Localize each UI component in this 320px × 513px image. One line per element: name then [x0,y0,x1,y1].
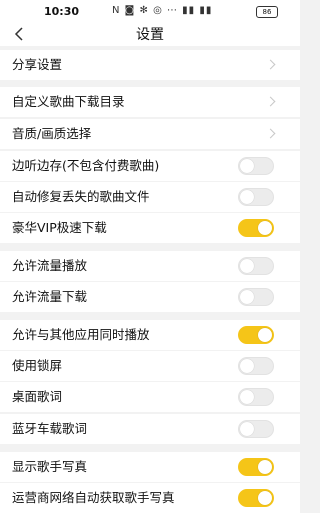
toggle-switch[interactable] [238,219,274,237]
setting-bluetooth-lyrics: 蓝牙车载歌词 [0,414,300,444]
toggle-switch[interactable] [238,420,274,438]
setting-label: 自动修复丢失的歌曲文件 [12,189,150,204]
status-icons: N ◙ ✻ ◎ ⋯ ▮▮ ▮▮ [112,5,213,16]
chevron-right-icon [265,59,276,70]
setting-label: 分享设置 [12,57,63,72]
setting-label: 桌面歌词 [12,389,63,404]
toggle-knob [258,491,272,505]
setting-label: 边听边存(不包含付费歌曲) [12,158,160,173]
setting-carrier-artist-photo: 运营商网络自动获取歌手写真 [0,483,300,513]
toggle-switch[interactable] [238,188,274,206]
setting-label: 允许流量下载 [12,289,88,304]
setting-quality[interactable]: 音质/画质选择 [0,119,300,149]
toggle-switch[interactable] [238,157,274,175]
setting-auto-repair: 自动修复丢失的歌曲文件 [0,182,300,212]
setting-label: 允许与其他应用同时播放 [12,327,150,342]
toggle-switch[interactable] [238,357,274,375]
toggle-knob [240,290,254,304]
toggle-knob [240,390,254,404]
toggle-switch[interactable] [238,326,274,344]
setting-label: 使用锁屏 [12,358,63,373]
toggle-knob [240,190,254,204]
toggle-knob [240,259,254,273]
toggle-switch[interactable] [238,388,274,406]
nav-bar: 设置 [0,22,300,46]
setting-cache-while-play: 边听边存(不包含付费歌曲) [0,151,300,181]
status-bar: 10:30 N ◙ ✻ ◎ ⋯ ▮▮ ▮▮ 86 [0,0,300,22]
toggle-knob [240,359,254,373]
setting-label: 蓝牙车载歌词 [12,421,88,436]
setting-label: 允许流量播放 [12,258,88,273]
toggle-knob [258,460,272,474]
setting-label: 豪华VIP极速下载 [12,220,107,235]
setting-show-artist-photo: 显示歌手写真 [0,452,300,482]
setting-download-dir[interactable]: 自定义歌曲下载目录 [0,87,300,117]
setting-label: 显示歌手写真 [12,459,88,474]
setting-share[interactable]: 分享设置 [0,50,300,80]
toggle-switch[interactable] [238,458,274,476]
setting-vip-fast-download: 豪华VIP极速下载 [0,213,300,243]
toggle-knob [240,159,254,173]
toggle-knob [258,328,272,342]
setting-lock-screen: 使用锁屏 [0,351,300,381]
page-title: 设置 [136,27,164,43]
toggle-switch[interactable] [238,257,274,275]
chevron-right-icon [265,128,276,139]
chevron-right-icon [265,96,276,107]
toggle-switch[interactable] [238,489,274,507]
setting-mobile-download: 允许流量下载 [0,282,300,312]
battery-icon: 86 [256,6,278,18]
setting-label: 音质/画质选择 [12,126,92,141]
toggle-knob [258,221,272,235]
setting-mix-with-others: 允许与其他应用同时播放 [0,320,300,350]
setting-label: 运营商网络自动获取歌手写真 [12,490,175,505]
toggle-knob [240,422,254,436]
setting-label: 自定义歌曲下载目录 [12,94,125,109]
setting-mobile-play: 允许流量播放 [0,251,300,281]
setting-desktop-lyrics: 桌面歌词 [0,382,300,412]
status-time: 10:30 [44,5,80,18]
toggle-switch[interactable] [238,288,274,306]
